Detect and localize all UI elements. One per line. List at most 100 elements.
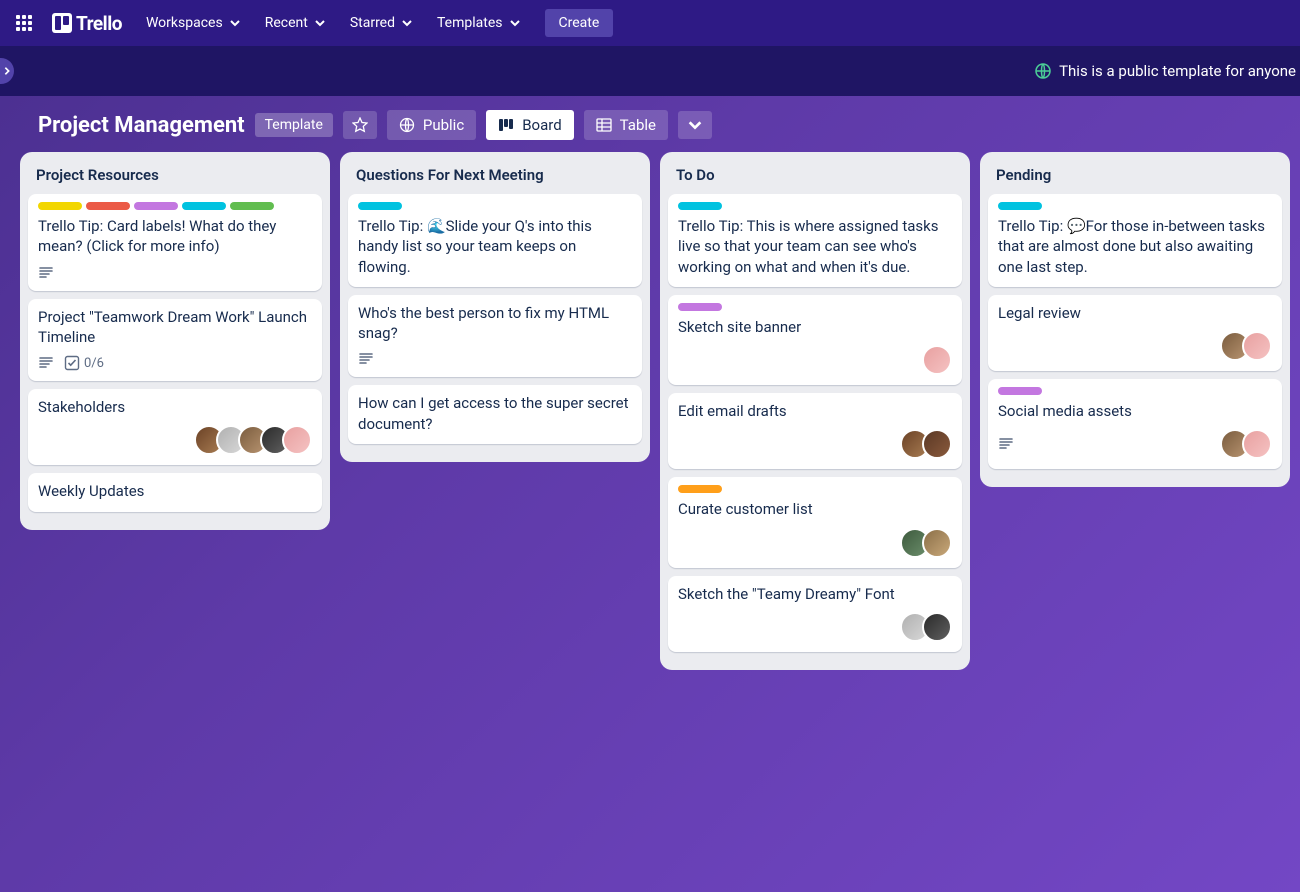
card[interactable]: Stakeholders xyxy=(28,389,322,465)
card-title: Social media assets xyxy=(998,401,1272,421)
description-icon xyxy=(38,355,54,371)
card-label[interactable] xyxy=(230,202,274,210)
avatar[interactable] xyxy=(922,612,952,642)
avatar[interactable] xyxy=(922,528,952,558)
nav-item-workspaces[interactable]: Workspaces xyxy=(134,9,253,37)
banner-text: This is a public template for anyone xyxy=(1059,62,1296,80)
trello-logo-text: Trello xyxy=(76,12,122,35)
avatar[interactable] xyxy=(282,425,312,455)
card-members xyxy=(922,345,952,375)
card-title: Who's the best person to fix my HTML sna… xyxy=(358,303,632,344)
nav-item-label: Templates xyxy=(437,15,503,31)
apps-switcher-icon[interactable] xyxy=(8,7,40,39)
board-icon xyxy=(498,117,514,133)
description-icon xyxy=(358,351,374,367)
card-label[interactable] xyxy=(358,202,402,210)
trello-logo-icon xyxy=(52,13,72,33)
globe-icon xyxy=(1035,63,1051,79)
card[interactable]: Sketch the "Teamy Dreamy" Font xyxy=(668,576,962,652)
list: Project Resources Trello Tip: Card labels… xyxy=(20,152,330,530)
list: To Do Trello Tip: This is where assigned … xyxy=(660,152,970,670)
list-title[interactable]: To Do xyxy=(668,162,962,194)
list: Questions For Next Meeting Trello Tip: 🌊S… xyxy=(340,152,650,462)
card-label[interactable] xyxy=(678,485,722,493)
card-label[interactable] xyxy=(998,387,1042,395)
card[interactable]: How can I get access to the super secret… xyxy=(348,385,642,444)
visibility-public-button[interactable]: Public xyxy=(387,110,476,140)
card-title: Stakeholders xyxy=(38,397,312,417)
card[interactable]: Trello Tip: Card labels! What do they me… xyxy=(28,194,322,291)
card-members xyxy=(900,528,952,558)
card[interactable]: Curate customer list xyxy=(668,477,962,567)
card-members xyxy=(900,429,952,459)
card-title: Sketch site banner xyxy=(678,317,952,337)
top-navbar: Trello WorkspacesRecentStarredTemplates … xyxy=(0,0,1300,46)
view-switcher-more-button[interactable] xyxy=(678,111,712,139)
card[interactable]: Project "Teamwork Dream Work" Launch Tim… xyxy=(28,299,322,382)
card[interactable]: Sketch site banner xyxy=(668,295,962,385)
card-label[interactable] xyxy=(134,202,178,210)
chevron-down-icon xyxy=(509,17,521,29)
expand-sidebar-button[interactable] xyxy=(0,58,14,84)
checklist-badge: 0/6 xyxy=(64,355,104,371)
board-title[interactable]: Project Management xyxy=(38,113,245,138)
nav-item-recent[interactable]: Recent xyxy=(253,9,338,37)
card-title: Edit email drafts xyxy=(678,401,952,421)
card-title: Trello Tip: Card labels! What do they me… xyxy=(38,216,312,257)
trello-logo[interactable]: Trello xyxy=(44,12,130,35)
nav-item-label: Starred xyxy=(350,15,395,31)
template-badge[interactable]: Template xyxy=(255,113,333,137)
card-title: Weekly Updates xyxy=(38,481,312,501)
list: Pending Trello Tip: 💬For those in-between… xyxy=(980,152,1290,487)
avatar[interactable] xyxy=(922,345,952,375)
create-button[interactable]: Create xyxy=(545,9,614,37)
board-header: Project Management Template Public Board… xyxy=(0,96,1300,152)
list-title[interactable]: Pending xyxy=(988,162,1282,194)
description-icon xyxy=(38,265,54,281)
avatar[interactable] xyxy=(1242,429,1272,459)
card-members xyxy=(1220,429,1272,459)
card-label[interactable] xyxy=(182,202,226,210)
card-title: Curate customer list xyxy=(678,499,952,519)
card[interactable]: Legal review xyxy=(988,295,1282,371)
card-title: Sketch the "Teamy Dreamy" Font xyxy=(678,584,952,604)
card-label[interactable] xyxy=(998,202,1042,210)
card-label[interactable] xyxy=(86,202,130,210)
card[interactable]: Edit email drafts xyxy=(668,393,962,469)
nav-item-label: Recent xyxy=(265,15,308,31)
nav-item-templates[interactable]: Templates xyxy=(425,9,533,37)
chevron-down-icon xyxy=(687,117,703,133)
card-label[interactable] xyxy=(678,202,722,210)
board-canvas: Project Resources Trello Tip: Card labels… xyxy=(0,152,1300,670)
view-table-button[interactable]: Table xyxy=(584,110,668,140)
table-icon xyxy=(596,117,612,133)
card-label[interactable] xyxy=(678,303,722,311)
avatar[interactable] xyxy=(922,429,952,459)
card-title: Trello Tip: This is where assigned tasks… xyxy=(678,216,952,277)
card-label[interactable] xyxy=(38,202,82,210)
card-title: Legal review xyxy=(998,303,1272,323)
card-title: Trello Tip: 🌊Slide your Q's into this ha… xyxy=(358,216,632,277)
avatar[interactable] xyxy=(1242,331,1272,361)
card-title: Project "Teamwork Dream Work" Launch Tim… xyxy=(38,307,312,348)
chevron-down-icon xyxy=(229,17,241,29)
chevron-down-icon xyxy=(314,17,326,29)
card-title: Trello Tip: 💬For those in-between tasks … xyxy=(998,216,1272,277)
nav-item-label: Workspaces xyxy=(146,15,223,31)
card[interactable]: Social media assets xyxy=(988,379,1282,469)
card[interactable]: Trello Tip: This is where assigned tasks… xyxy=(668,194,962,287)
chevron-down-icon xyxy=(401,17,413,29)
list-title[interactable]: Questions For Next Meeting xyxy=(348,162,642,194)
nav-item-starred[interactable]: Starred xyxy=(338,9,425,37)
description-icon xyxy=(998,436,1014,452)
card-members xyxy=(900,612,952,642)
card-members xyxy=(194,425,312,455)
card[interactable]: Trello Tip: 🌊Slide your Q's into this ha… xyxy=(348,194,642,287)
card[interactable]: Weekly Updates xyxy=(28,473,322,511)
card-title: How can I get access to the super secret… xyxy=(358,393,632,434)
list-title[interactable]: Project Resources xyxy=(28,162,322,194)
view-board-button[interactable]: Board xyxy=(486,110,573,140)
star-button[interactable] xyxy=(343,111,377,139)
card[interactable]: Trello Tip: 💬For those in-between tasks … xyxy=(988,194,1282,287)
card[interactable]: Who's the best person to fix my HTML sna… xyxy=(348,295,642,378)
